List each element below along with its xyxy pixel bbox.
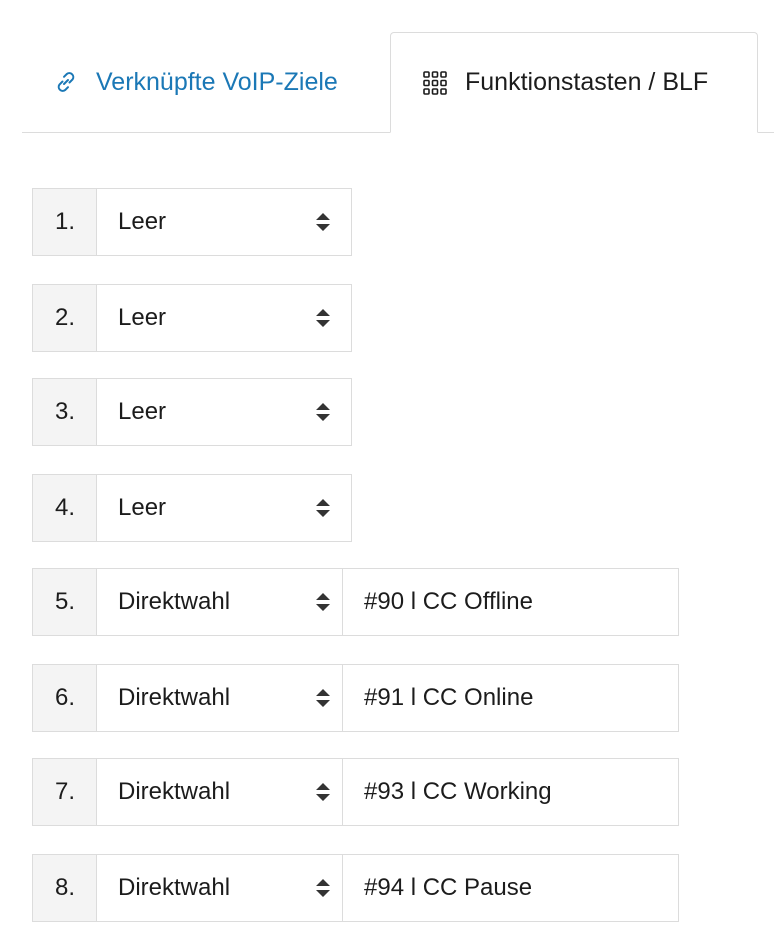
key-type-select[interactable]: Direktwahl	[96, 854, 352, 922]
function-key-row-8: 8. Direktwahl #94 l CC Pause	[32, 854, 732, 922]
key-number: 8.	[32, 854, 97, 922]
key-number: 5.	[32, 568, 97, 636]
tab-linked-voip-targets[interactable]: Verknüpfte VoIP-Ziele	[22, 32, 390, 132]
function-key-row-6: 6. Direktwahl #91 l CC Online	[32, 664, 732, 732]
key-type-select[interactable]: Leer	[96, 378, 352, 446]
key-type-value: Direktwahl	[118, 874, 231, 901]
key-target-field[interactable]: #93 l CC Working	[342, 758, 679, 826]
key-number: 6.	[32, 664, 97, 732]
key-type-value: Leer	[118, 398, 167, 425]
sort-arrows-icon	[316, 499, 330, 517]
tab-linked-label: Verknüpfte VoIP-Ziele	[96, 67, 338, 96]
function-key-row-7: 7. Direktwahl #93 l CC Working	[32, 758, 732, 826]
sort-arrows-icon	[316, 213, 330, 231]
function-key-row-2: 2. Leer	[32, 284, 732, 352]
function-key-row-4: 4. Leer	[32, 474, 732, 542]
key-target-field[interactable]: #90 l CC Offline	[342, 568, 679, 636]
key-type-select[interactable]: Leer	[96, 474, 352, 542]
function-key-row-1: 1. Leer	[32, 188, 732, 256]
key-type-value: Leer	[118, 208, 167, 235]
key-number: 1.	[32, 188, 97, 256]
grid-icon	[421, 69, 449, 97]
key-type-value: Direktwahl	[118, 684, 231, 711]
link-icon	[52, 68, 80, 96]
sort-arrows-icon	[316, 783, 330, 801]
key-type-select[interactable]: Leer	[96, 284, 352, 352]
key-type-select[interactable]: Leer	[96, 188, 352, 256]
key-type-select[interactable]: Direktwahl	[96, 664, 352, 732]
key-type-select[interactable]: Direktwahl	[96, 758, 352, 826]
key-target-field[interactable]: #94 l CC Pause	[342, 854, 679, 922]
sort-arrows-icon	[316, 403, 330, 421]
sort-arrows-icon	[316, 689, 330, 707]
key-number: 2.	[32, 284, 97, 352]
key-type-value: Leer	[118, 494, 167, 521]
key-type-value: Direktwahl	[118, 588, 231, 615]
key-type-select[interactable]: Direktwahl	[96, 568, 352, 636]
key-number: 7.	[32, 758, 97, 826]
tab-bar: Verknüpfte VoIP-Ziele Funktionstasten / …	[22, 0, 774, 133]
function-key-row-5: 5. Direktwahl #90 l CC Offline	[32, 568, 732, 636]
sort-arrows-icon	[316, 309, 330, 327]
tab-function-keys-blf[interactable]: Funktionstasten / BLF	[390, 32, 758, 133]
sort-arrows-icon	[316, 879, 330, 897]
key-target-field[interactable]: #91 l CC Online	[342, 664, 679, 732]
key-number: 4.	[32, 474, 97, 542]
function-key-row-3: 3. Leer	[32, 378, 732, 446]
tab-function-label: Funktionstasten / BLF	[465, 68, 709, 96]
sort-arrows-icon	[316, 593, 330, 611]
key-number: 3.	[32, 378, 97, 446]
key-type-value: Leer	[118, 304, 167, 331]
key-type-value: Direktwahl	[118, 778, 231, 805]
